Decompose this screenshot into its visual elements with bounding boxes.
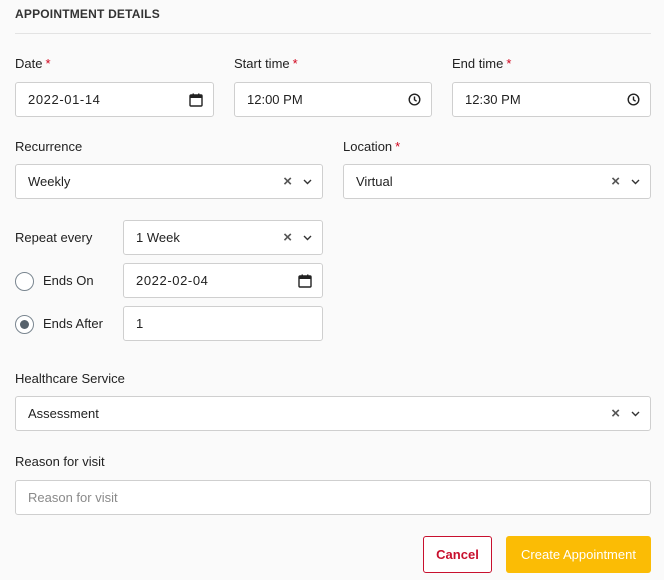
recurrence-select[interactable]: Weekly × [15,164,323,199]
chevron-down-icon[interactable] [631,179,640,185]
end-time-input[interactable]: 12:30 PM [452,82,651,117]
ends-on-label: Ends On [43,273,94,288]
chevron-down-icon[interactable] [631,411,640,417]
calendar-icon[interactable] [189,93,203,107]
repeat-every-value: 1 Week [136,230,180,245]
section-divider [15,33,651,34]
clock-icon[interactable] [408,93,421,106]
required-mark: * [395,139,401,154]
date-label: Date * [15,56,51,71]
location-value: Virtual [356,174,393,189]
repeat-every-select[interactable]: 1 Week × [123,220,323,255]
section-title: APPOINTMENT DETAILS [15,7,160,21]
reason-label: Reason for visit [15,454,105,469]
start-time-label-text: Start time [234,56,290,71]
cancel-button[interactable]: Cancel [423,536,492,573]
clock-icon[interactable] [627,93,640,106]
healthcare-service-label: Healthcare Service [15,371,125,386]
start-time-label: Start time * [234,56,298,71]
required-mark: * [506,56,512,71]
start-time-value: 12:00 PM [247,92,303,107]
date-label-text: Date [15,56,43,71]
recurrence-value: Weekly [28,174,71,189]
ends-after-radio[interactable] [15,315,34,334]
end-time-label: End time * [452,56,511,71]
end-time-value: 12:30 PM [465,92,521,107]
clear-icon[interactable]: × [611,174,620,189]
ends-after-label: Ends After [43,316,103,331]
required-mark: * [45,56,51,71]
clear-icon[interactable]: × [611,406,620,421]
healthcare-service-select[interactable]: Assessment × [15,396,651,431]
ends-after-count-input[interactable]: 1 [123,306,323,341]
create-appointment-button[interactable]: Create Appointment [506,536,651,573]
date-value: 2022-01-14 [28,92,101,107]
reason-input[interactable]: Reason for visit [15,480,651,515]
ends-on-value: 2022-02-04 [136,273,209,288]
required-mark: * [292,56,298,71]
end-time-label-text: End time [452,56,504,71]
location-label: Location * [343,139,400,154]
ends-after-value: 1 [136,316,144,331]
ends-on-radio[interactable] [15,272,34,291]
recurrence-label: Recurrence [15,139,83,154]
date-input[interactable]: 2022-01-14 [15,82,214,117]
clear-icon[interactable]: × [283,230,292,245]
ends-on-date-input[interactable]: 2022-02-04 [123,263,323,298]
repeat-every-label: Repeat every [15,230,93,245]
reason-placeholder: Reason for visit [28,490,118,505]
calendar-icon[interactable] [298,274,312,288]
location-label-text: Location [343,139,393,154]
location-select[interactable]: Virtual × [343,164,651,199]
healthcare-service-value: Assessment [28,406,99,421]
chevron-down-icon[interactable] [303,235,312,241]
start-time-input[interactable]: 12:00 PM [234,82,432,117]
clear-icon[interactable]: × [283,174,292,189]
chevron-down-icon[interactable] [303,179,312,185]
